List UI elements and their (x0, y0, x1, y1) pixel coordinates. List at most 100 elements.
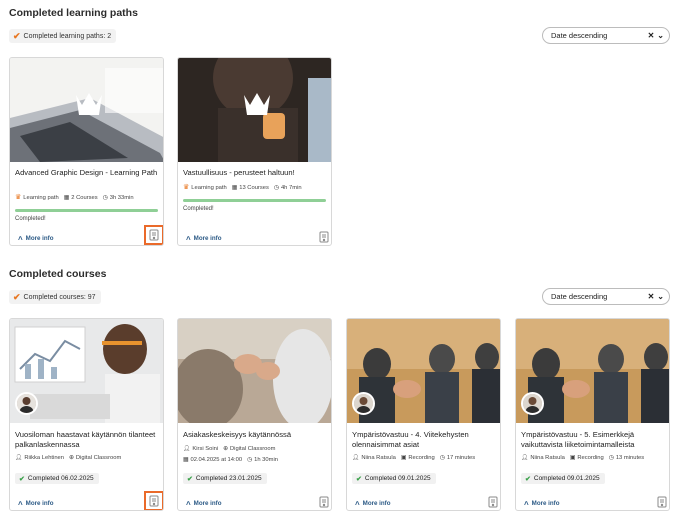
paths-count-badge: ✔ Completed learning paths: 2 (9, 29, 117, 43)
course-card[interactable]: Ympäristövastuu - 4. Viitekehysten olenn… (346, 318, 501, 511)
clear-icon[interactable]: ✕ (648, 292, 655, 301)
chevron-down-icon[interactable]: ⌄ (657, 31, 664, 40)
status-badge: ✔ Completed 09.01.2025 (521, 473, 605, 484)
status-badge: ✔ Completed 23.01.2025 (183, 473, 267, 484)
certificate-icon (319, 231, 329, 243)
check-icon: ✔ (187, 475, 193, 483)
certificate-button[interactable] (144, 225, 163, 245)
globe-icon: ⊕ (69, 455, 74, 461)
clock-icon: ◷ (102, 195, 108, 201)
chevron-up-icon: ^ (186, 500, 191, 509)
course-format: Recording (577, 455, 604, 461)
path-card-image (10, 58, 163, 162)
person-icon: 👤︎ (352, 455, 360, 461)
course-duration: 1h 30min (254, 457, 278, 463)
check-icon: ✔ (525, 475, 531, 483)
paths-sort-value: Date descending (551, 31, 608, 40)
chevron-up-icon: ^ (355, 500, 360, 509)
certificate-button[interactable] (144, 491, 163, 510)
path-card-image (178, 58, 331, 162)
section-title-paths: Completed learning paths (9, 7, 138, 19)
courses-sort-select[interactable]: Date descending ✕ ⌄ (542, 288, 670, 305)
clock-icon: ◷ (247, 457, 253, 463)
course-card-title[interactable]: Ympäristövastuu - 4. Viitekehysten olenn… (352, 430, 495, 450)
paths-sort-select[interactable]: Date descending ✕ ⌄ (542, 27, 670, 44)
course-format: Recording (408, 455, 435, 461)
person-icon: 👤︎ (521, 455, 529, 461)
course-card-title[interactable]: Vuosiloman haastavat käytännön tilanteet… (15, 430, 158, 450)
clock-icon: ◷ (439, 455, 445, 461)
course-card-meta: 👤︎ Riikka Lehtinen ⊕ Digital Classroom (15, 454, 159, 462)
path-card[interactable]: Advanced Graphic Design - Learning Path … (9, 57, 164, 246)
courses-sort-value: Date descending (551, 292, 608, 301)
course-format: Digital Classroom (75, 455, 122, 461)
section-title-courses: Completed courses (9, 268, 107, 280)
course-card-meta: 👤︎ Niina Ratsula ▣ Recording ◷ 17 minutes (352, 454, 496, 462)
course-card-title[interactable]: Ympäristövastuu - 5. Esimerkkejä vaikutt… (521, 430, 664, 450)
certificate-icon (657, 496, 667, 508)
certificate-button[interactable] (314, 227, 331, 245)
clock-icon: ◷ (608, 455, 614, 461)
path-duration: 3h 33min (109, 195, 134, 201)
check-icon: ✔ (19, 475, 25, 483)
course-card[interactable]: Ympäristövastuu - 5. Esimerkkejä vaikutt… (515, 318, 670, 511)
clear-icon[interactable]: ✕ (648, 31, 655, 40)
status-text: Completed! (183, 206, 214, 212)
status-badge: ✔ Completed 09.01.2025 (352, 473, 436, 484)
path-card-meta: ♛ Learning path ▦ 2 Courses ◷ 3h 33min (15, 194, 159, 202)
course-format: Digital Classroom (230, 446, 276, 452)
courses-count-badge: ✔ Completed courses: 97 (9, 290, 101, 304)
course-card-meta: 👤︎ Kirsi Soini ⊕ Digital Classroom ▦ 02.04.… (183, 445, 327, 464)
person-icon: 👤︎ (183, 446, 191, 452)
certificate-button[interactable] (483, 492, 500, 510)
courses-count-label: Completed courses: 97 (23, 293, 96, 301)
more-info-link[interactable]: ^ More info (18, 234, 54, 244)
course-card[interactable]: Vuosiloman haastavat käytännön tilanteet… (9, 318, 164, 511)
courses-icon: ▦ (231, 185, 238, 191)
more-info-link[interactable]: ^ More info (355, 499, 391, 509)
certificate-button[interactable] (652, 492, 669, 510)
certificate-icon (319, 496, 329, 508)
path-type: Learning path (191, 185, 227, 191)
progress-bar (183, 199, 326, 202)
path-card-title[interactable]: Vastuullisuus - perusteet haltuun! (183, 168, 326, 178)
chevron-down-icon[interactable]: ⌄ (657, 292, 664, 301)
check-icon: ✔ (13, 291, 21, 302)
more-info-link[interactable]: ^ More info (524, 499, 560, 509)
certificate-icon (149, 229, 159, 241)
crown-icon: ♛ (183, 184, 190, 191)
progress-bar (15, 209, 158, 212)
path-card-meta: ♛ Learning path ▦ 13 Courses ◷ 4h 7min (183, 184, 327, 192)
status-text: Completed! (15, 216, 46, 222)
path-card-title[interactable]: Advanced Graphic Design - Learning Path (15, 168, 158, 178)
certificate-button[interactable] (314, 492, 331, 510)
course-card-meta: 👤︎ Niina Ratsula ▣ Recording ◷ 13 minutes (521, 454, 665, 462)
more-info-link[interactable]: ^ More info (186, 234, 222, 244)
clock-icon: ◷ (273, 185, 279, 191)
more-info-link[interactable]: ^ More info (18, 499, 54, 509)
course-duration: 13 minutes (615, 455, 645, 461)
chevron-up-icon: ^ (18, 500, 23, 509)
teacher-name: Kirsi Soini (192, 446, 219, 452)
avatar (15, 392, 38, 415)
recording-icon: ▣ (569, 455, 576, 461)
courses-icon: ▦ (63, 195, 70, 201)
crown-icon: ♛ (15, 194, 22, 201)
teacher-name: Niina Ratsula (530, 455, 565, 461)
course-card-image (178, 319, 331, 423)
globe-icon: ⊕ (223, 446, 228, 452)
person-icon: 👤︎ (15, 455, 23, 461)
recording-icon: ▣ (400, 455, 407, 461)
path-card[interactable]: Vastuullisuus - perusteet haltuun! ♛ Lear… (177, 57, 332, 246)
check-icon: ✔ (13, 30, 21, 41)
calendar-icon: ▦ (183, 457, 189, 463)
teacher-name: Riikka Lehtinen (24, 455, 64, 461)
path-courses: 2 Courses (71, 195, 98, 201)
course-card[interactable]: Asiakaskeskeisyys käytännössä 👤︎ Kirsi So… (177, 318, 332, 511)
certificate-icon (488, 496, 498, 508)
teacher-name: Niina Ratsula (361, 455, 396, 461)
avatar (521, 392, 544, 415)
chevron-up-icon: ^ (186, 235, 191, 244)
more-info-link[interactable]: ^ More info (186, 499, 222, 509)
course-card-title[interactable]: Asiakaskeskeisyys käytännössä (183, 430, 326, 440)
